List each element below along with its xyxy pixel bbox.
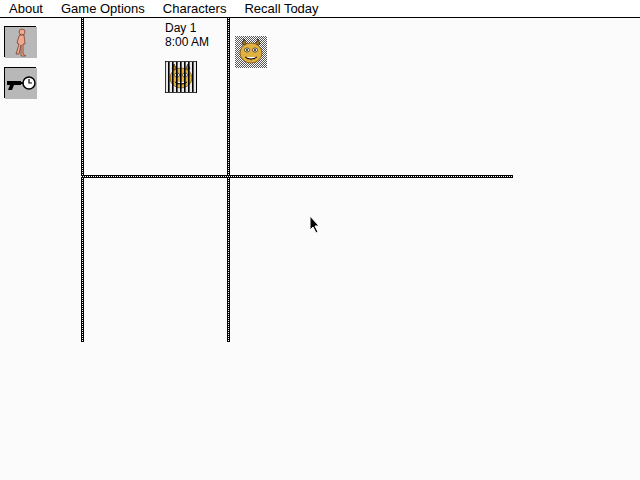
- grid-line: [81, 18, 84, 342]
- grid-line: [227, 18, 230, 342]
- game-clock: Day 1 8:00 AM: [165, 21, 209, 49]
- pointer-icon: [309, 215, 321, 234]
- grid-line: [81, 175, 513, 178]
- menu-item[interactable]: Recall Today: [235, 0, 327, 17]
- walk-icon[interactable]: [4, 26, 36, 57]
- menu-item[interactable]: Characters: [154, 0, 236, 17]
- game-board: Day 1 8:00 AM: [0, 18, 640, 480]
- menu-item[interactable]: About: [0, 0, 52, 17]
- tool-column: [4, 26, 36, 98]
- day-label: Day 1: [165, 21, 209, 35]
- menu-bar: AboutGame OptionsCharactersRecall Today: [0, 0, 640, 18]
- character-portrait-icon[interactable]: [165, 61, 197, 93]
- gun-clock-icon[interactable]: [4, 67, 36, 98]
- menu-item[interactable]: Game Options: [52, 0, 154, 17]
- character-portrait-icon[interactable]: [235, 36, 267, 68]
- time-label: 8:00 AM: [165, 35, 209, 49]
